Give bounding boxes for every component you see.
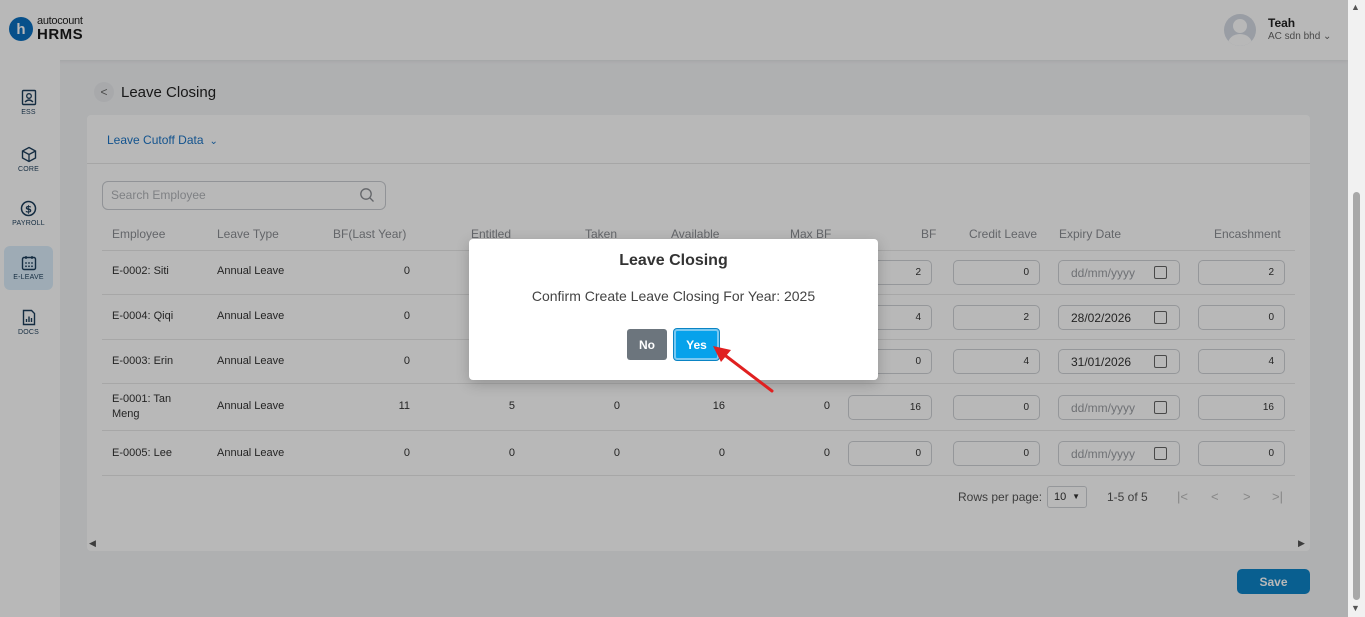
dialog-title: Leave Closing bbox=[619, 252, 728, 269]
no-button[interactable]: No bbox=[627, 329, 667, 360]
scrollbar-thumb[interactable] bbox=[1353, 192, 1360, 600]
scroll-up-arrow-icon[interactable]: ▲ bbox=[1351, 2, 1360, 12]
page-scrollbar[interactable]: ▲ ▼ bbox=[1348, 0, 1365, 617]
confirm-dialog: Leave Closing Confirm Create Leave Closi… bbox=[469, 239, 878, 380]
scroll-down-arrow-icon[interactable]: ▼ bbox=[1351, 603, 1360, 613]
dialog-message: Confirm Create Leave Closing For Year: 2… bbox=[531, 288, 816, 304]
annotation-arrow-icon bbox=[713, 346, 774, 393]
